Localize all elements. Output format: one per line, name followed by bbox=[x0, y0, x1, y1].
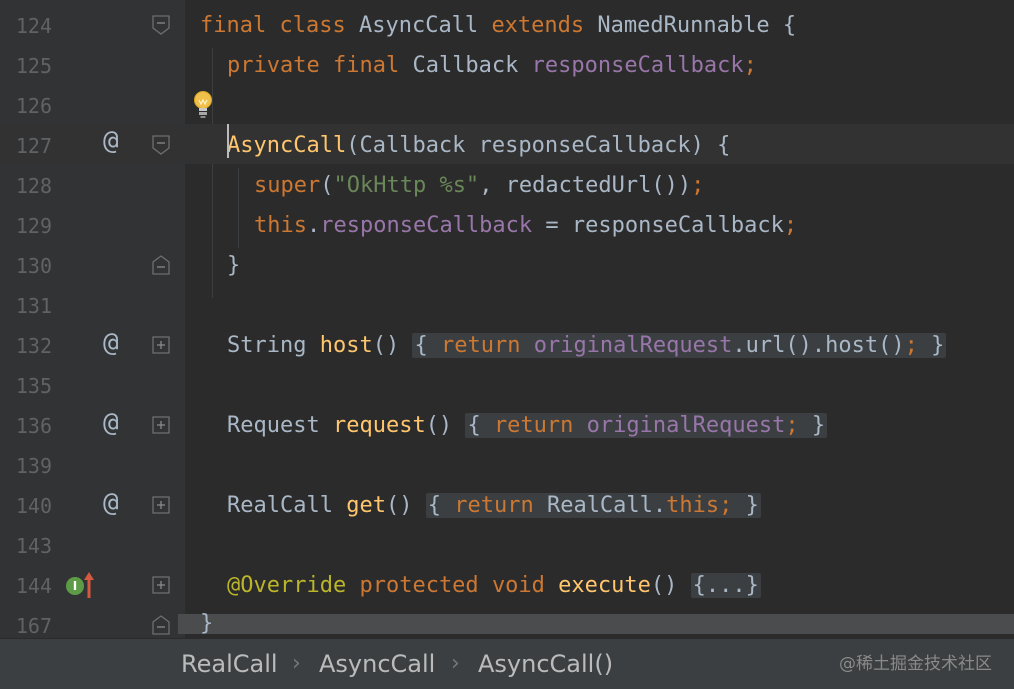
override-arrow-up-icon[interactable] bbox=[83, 570, 95, 600]
code-line-132[interactable]: 132 @ String host() { return originalReq… bbox=[0, 326, 1014, 366]
breadcrumb-separator-icon: › bbox=[451, 651, 460, 676]
code-line-140[interactable]: 140 @ RealCall get() { return RealCall.t… bbox=[0, 486, 1014, 526]
fold-expand-icon[interactable] bbox=[152, 495, 170, 515]
code-line-131[interactable]: 131 bbox=[0, 286, 1014, 326]
implements-at-icon[interactable]: @ bbox=[103, 328, 119, 358]
code-line-127[interactable]: 127 @ AsyncCall(Callback responseCallbac… bbox=[0, 124, 1014, 164]
line-number: 143 bbox=[15, 534, 52, 558]
code-line-143[interactable]: 143 bbox=[0, 526, 1014, 566]
folded-region[interactable]: { return originalRequest.url().host(); } bbox=[412, 333, 947, 358]
code-text: super("OkHttp %s", redactedUrl()); bbox=[254, 173, 705, 198]
line-number: 136 bbox=[15, 414, 52, 438]
code-line-125[interactable]: 125 private final Callback responseCallb… bbox=[0, 46, 1014, 86]
lightbulb-icon[interactable] bbox=[192, 90, 214, 120]
line-number: 140 bbox=[15, 494, 52, 518]
breadcrumb-item-realcall[interactable]: RealCall bbox=[181, 649, 278, 679]
code-text: String host() { return originalRequest.u… bbox=[227, 333, 947, 358]
line-number: 139 bbox=[15, 454, 52, 478]
line-number: 144 bbox=[15, 574, 52, 598]
implements-at-icon[interactable]: @ bbox=[103, 126, 119, 156]
code-editor[interactable]: 124 final class AsyncCall extends NamedR… bbox=[0, 0, 1014, 638]
code-text: AsyncCall(Callback responseCallback) { bbox=[227, 133, 731, 158]
breadcrumb-separator-icon: › bbox=[292, 651, 301, 676]
code-text: this.responseCallback = responseCallback… bbox=[254, 213, 798, 238]
line-number: 124 bbox=[15, 14, 52, 38]
code-text: final class AsyncCall extends NamedRunna… bbox=[200, 13, 797, 38]
implements-at-icon[interactable]: @ bbox=[103, 488, 119, 518]
fold-close-icon[interactable] bbox=[152, 255, 170, 275]
line-number: 130 bbox=[15, 254, 52, 278]
line-number: 135 bbox=[15, 374, 52, 398]
code-line-130[interactable]: 130 } bbox=[0, 246, 1014, 286]
fold-close-icon[interactable] bbox=[152, 615, 170, 635]
code-text: Request request() { return originalReque… bbox=[227, 413, 828, 438]
line-number: 128 bbox=[15, 174, 52, 198]
horizontal-scrollbar[interactable] bbox=[178, 614, 1014, 634]
line-number: 129 bbox=[15, 214, 52, 238]
code-line-128[interactable]: 128 super("OkHttp %s", redactedUrl()); bbox=[0, 166, 1014, 206]
line-number: 132 bbox=[15, 334, 52, 358]
code-line-136[interactable]: 136 @ Request request() { return origina… bbox=[0, 406, 1014, 446]
code-line-126[interactable]: 126 bbox=[0, 86, 1014, 126]
line-number: 126 bbox=[15, 94, 52, 118]
folded-region[interactable]: {...} bbox=[690, 573, 761, 598]
folded-region[interactable]: { return RealCall.this; } bbox=[425, 493, 761, 518]
fold-expand-icon[interactable] bbox=[152, 575, 170, 595]
code-line-139[interactable]: 139 bbox=[0, 446, 1014, 486]
code-text: private final Callback responseCallback; bbox=[227, 53, 757, 78]
folded-region[interactable]: { return originalRequest; } bbox=[465, 413, 828, 438]
breadcrumb-item-asynccall[interactable]: AsyncCall bbox=[319, 649, 435, 679]
code-line-144[interactable]: 144 I @Override protected void execute()… bbox=[0, 566, 1014, 606]
implemented-method-icon[interactable]: I bbox=[66, 577, 84, 595]
line-number: 131 bbox=[15, 294, 52, 318]
code-text: RealCall get() { return RealCall.this; } bbox=[227, 493, 761, 518]
code-text: } bbox=[227, 253, 241, 278]
code-line-129[interactable]: 129 this.responseCallback = responseCall… bbox=[0, 206, 1014, 246]
fold-expand-icon[interactable] bbox=[152, 335, 170, 355]
code-line-135[interactable]: 135 bbox=[0, 366, 1014, 406]
code-text-line-167: } bbox=[200, 611, 214, 636]
fold-expand-icon[interactable] bbox=[152, 415, 170, 435]
line-number: 127 bbox=[15, 134, 52, 158]
watermark: @稀土掘金技术社区 bbox=[839, 654, 992, 674]
text-caret bbox=[227, 124, 229, 158]
line-number: 167 bbox=[15, 614, 52, 638]
fold-open-icon[interactable] bbox=[152, 135, 170, 155]
breadcrumb: RealCall › AsyncCall › AsyncCall() @稀土掘金… bbox=[0, 638, 1014, 689]
code-line-124[interactable]: 124 final class AsyncCall extends NamedR… bbox=[0, 6, 1014, 46]
breadcrumb-item-asynccall-constructor[interactable]: AsyncCall() bbox=[478, 649, 613, 679]
code-text: @Override protected void execute() {...} bbox=[227, 573, 761, 598]
line-number: 125 bbox=[15, 54, 52, 78]
fold-open-icon[interactable] bbox=[152, 15, 170, 35]
implements-at-icon[interactable]: @ bbox=[103, 408, 119, 438]
